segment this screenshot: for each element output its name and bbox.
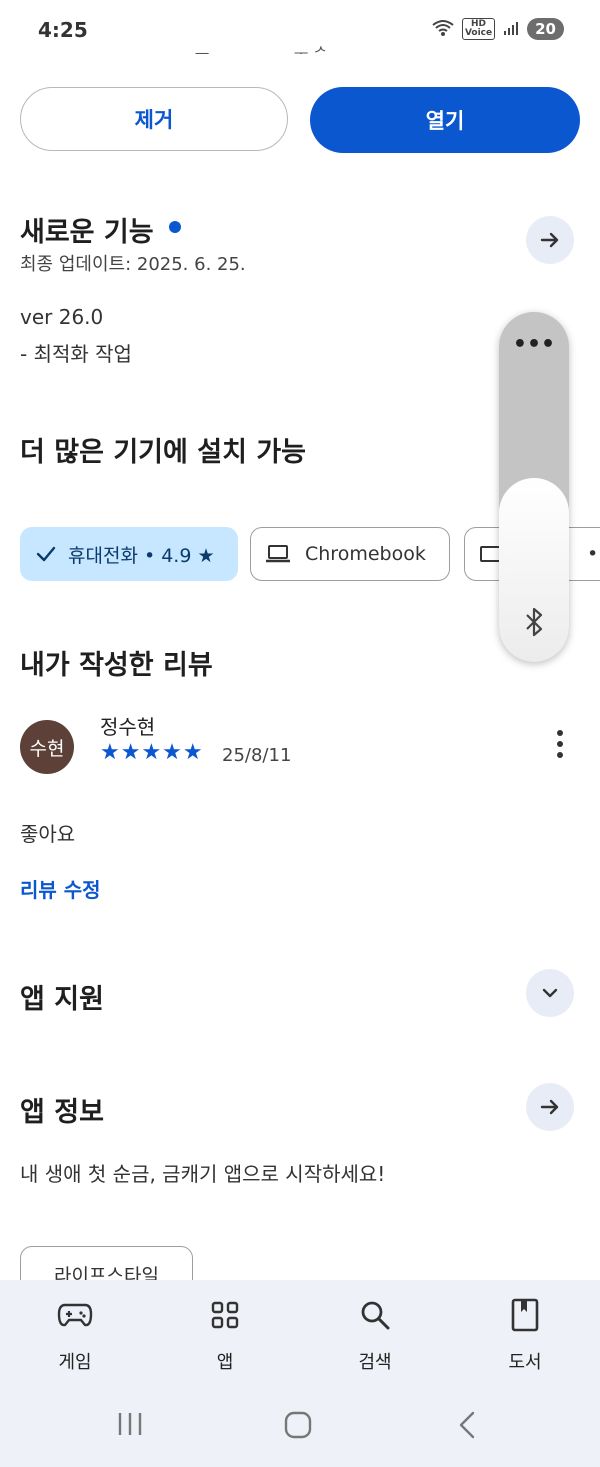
version-text: ver 26.0 bbox=[20, 305, 104, 329]
arrow-right-icon bbox=[540, 232, 559, 248]
nav-label: 검색 bbox=[358, 1352, 392, 1373]
partial-header-text: ᆼᅳ ᆫ ᆸ ᆫ ᆸ ᅮ ᄼ bbox=[180, 44, 329, 54]
app-description: 내 생애 첫 순금, 금캐기 앱으로 시작하세요! bbox=[20, 1162, 386, 1186]
nav-item-search[interactable]: 검색 bbox=[320, 1296, 430, 1374]
app-info-title: 앱 정보 bbox=[20, 1097, 104, 1128]
review-author: 정수현 bbox=[100, 715, 156, 739]
chevron-down-icon bbox=[542, 988, 558, 998]
floating-edge-panel[interactable]: ••• bbox=[499, 312, 569, 662]
hd-voice-icon: HD Voice bbox=[461, 18, 496, 40]
app-support-expand-button[interactable] bbox=[526, 969, 574, 1017]
whats-new-arrow-button[interactable] bbox=[526, 216, 574, 264]
gamepad-icon bbox=[20, 1296, 130, 1334]
nav-item-apps[interactable]: 앱 bbox=[170, 1296, 280, 1374]
status-icons: HD Voice 20 bbox=[432, 18, 564, 40]
nav-label: 도서 bbox=[508, 1352, 542, 1373]
check-icon bbox=[36, 546, 56, 562]
device-chip-label: • 4 bbox=[587, 543, 600, 565]
last-updated: 최종 업데이트: 2025. 6. 25. bbox=[20, 254, 246, 275]
arrow-right-icon bbox=[540, 1099, 559, 1115]
nav-label: 앱 bbox=[216, 1352, 234, 1373]
device-chip-label: Chromebook bbox=[305, 543, 426, 565]
edit-review-link[interactable]: 리뷰 수정 bbox=[20, 874, 101, 903]
signal-icon bbox=[503, 20, 519, 39]
more-horizontal-icon[interactable]: ••• bbox=[499, 332, 569, 357]
more-vert-icon[interactable] bbox=[548, 730, 572, 758]
open-button[interactable]: 열기 bbox=[310, 87, 580, 153]
devices-title: 더 많은 기기에 설치 가능 bbox=[20, 437, 306, 468]
search-icon bbox=[320, 1296, 430, 1334]
recent-apps-icon[interactable] bbox=[116, 1410, 144, 1446]
battery-indicator: 20 bbox=[527, 18, 564, 40]
bluetooth-icon[interactable] bbox=[499, 607, 569, 644]
review-date: 25/8/11 bbox=[222, 745, 292, 766]
update-note: - 최적화 작업 bbox=[20, 342, 132, 366]
app-info-arrow-button[interactable] bbox=[526, 1083, 574, 1131]
my-review-title: 내가 작성한 리뷰 bbox=[20, 650, 213, 681]
apps-grid-icon bbox=[170, 1296, 280, 1334]
app-support-title: 앱 지원 bbox=[20, 984, 104, 1015]
avatar: 수현 bbox=[20, 720, 74, 774]
back-icon[interactable] bbox=[456, 1410, 478, 1448]
status-time: 4:25 bbox=[38, 18, 88, 42]
nav-item-books[interactable]: 도서 bbox=[470, 1296, 580, 1374]
new-indicator-dot bbox=[169, 221, 181, 233]
device-chip-phone[interactable]: 휴대전화 • 4.9 ★ bbox=[20, 527, 238, 581]
laptop-icon bbox=[266, 545, 290, 563]
whats-new-title: 새로운 기능 bbox=[20, 217, 154, 248]
review-stars: ★★★★★ bbox=[100, 740, 204, 765]
remove-button[interactable]: 제거 bbox=[20, 87, 288, 151]
wifi-icon bbox=[432, 19, 454, 40]
review-text: 좋아요 bbox=[20, 822, 76, 846]
device-chip-chromebook[interactable]: Chromebook bbox=[250, 527, 450, 581]
device-chip-label: 휴대전화 • 4.9 ★ bbox=[68, 544, 215, 567]
home-icon[interactable] bbox=[283, 1410, 313, 1448]
nav-label: 게임 bbox=[58, 1352, 92, 1373]
book-icon bbox=[470, 1296, 580, 1334]
nav-item-games[interactable]: 게임 bbox=[20, 1296, 130, 1374]
